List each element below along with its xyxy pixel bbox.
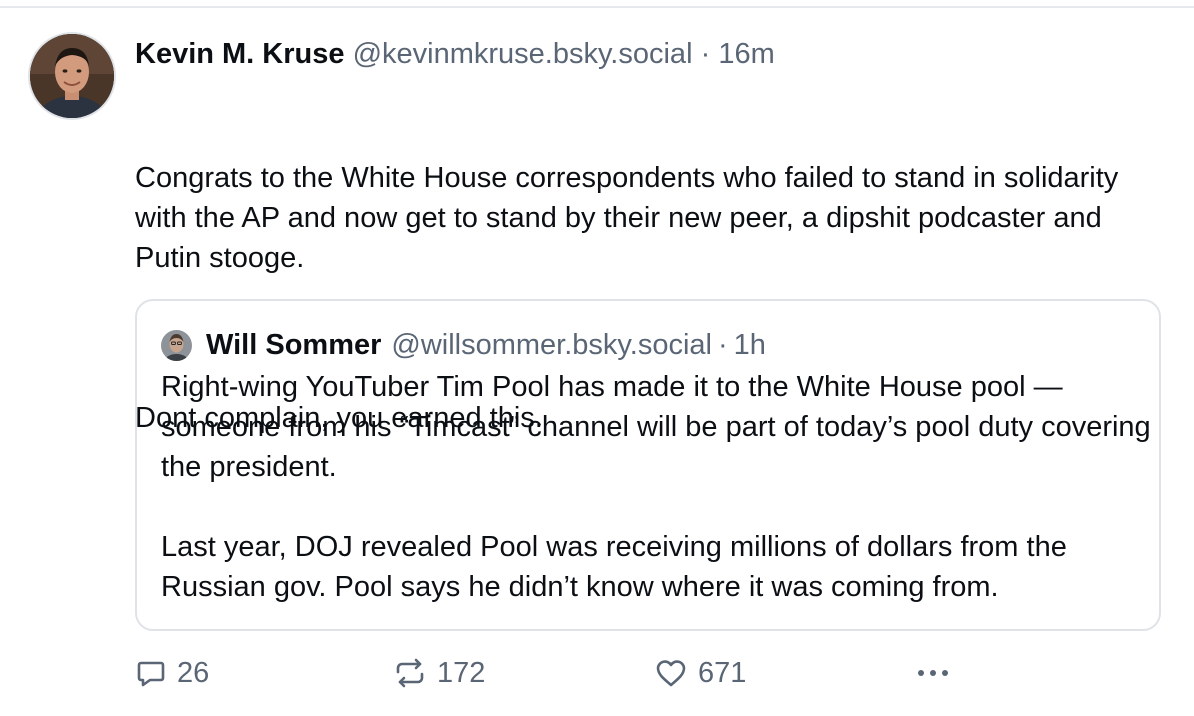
quoted-author-name[interactable]: Will Sommer <box>206 329 381 361</box>
post[interactable]: Kevin M. Kruse @kevinmkruse.bsky.social … <box>0 8 1194 716</box>
quoted-post-time[interactable]: 1h <box>734 329 766 361</box>
more-icon <box>918 670 948 676</box>
quoted-post-header: Will Sommer @willsommer.bsky.social · 1h <box>161 329 766 361</box>
reply-button[interactable]: 26 <box>135 653 209 693</box>
repost-count: 172 <box>437 656 486 689</box>
like-button[interactable]: 671 <box>654 653 746 693</box>
quoted-text-paragraph: Last year, DOJ revealed Pool was receivi… <box>161 531 1067 603</box>
author-handle[interactable]: @kevinmkruse.bsky.social <box>353 38 693 70</box>
repost-button[interactable]: 172 <box>393 653 485 693</box>
author-avatar-image <box>30 34 114 118</box>
reply-count: 26 <box>177 656 210 689</box>
more-options-button[interactable] <box>915 653 951 693</box>
repost-icon <box>396 658 424 688</box>
like-count: 671 <box>698 656 747 689</box>
author-name[interactable]: Kevin M. Kruse <box>135 38 345 70</box>
post-time[interactable]: 16m <box>718 38 774 70</box>
quoted-meta-separator: · <box>717 329 728 361</box>
heart-icon <box>656 660 686 687</box>
quoted-author-avatar <box>161 329 192 361</box>
quoted-author-avatar-image <box>161 329 192 361</box>
quoted-post-text: Right-wing YouTuber Tim Pool has made it… <box>161 367 1151 607</box>
quoted-post[interactable]: Will Sommer @willsommer.bsky.social · 1h… <box>135 299 1161 631</box>
meta-separator: · <box>700 38 711 70</box>
author-avatar[interactable] <box>30 34 114 118</box>
quoted-author-handle[interactable]: @willsommer.bsky.social <box>391 329 712 361</box>
post-text-paragraph: Congrats to the White House corresponden… <box>135 162 1127 274</box>
quoted-text-paragraph: Right-wing YouTuber Tim Pool has made it… <box>161 371 1151 483</box>
post-header: Kevin M. Kruse @kevinmkruse.bsky.social … <box>135 34 1165 74</box>
reply-icon <box>137 661 165 687</box>
post-actions: 26 172 671 <box>135 653 965 693</box>
